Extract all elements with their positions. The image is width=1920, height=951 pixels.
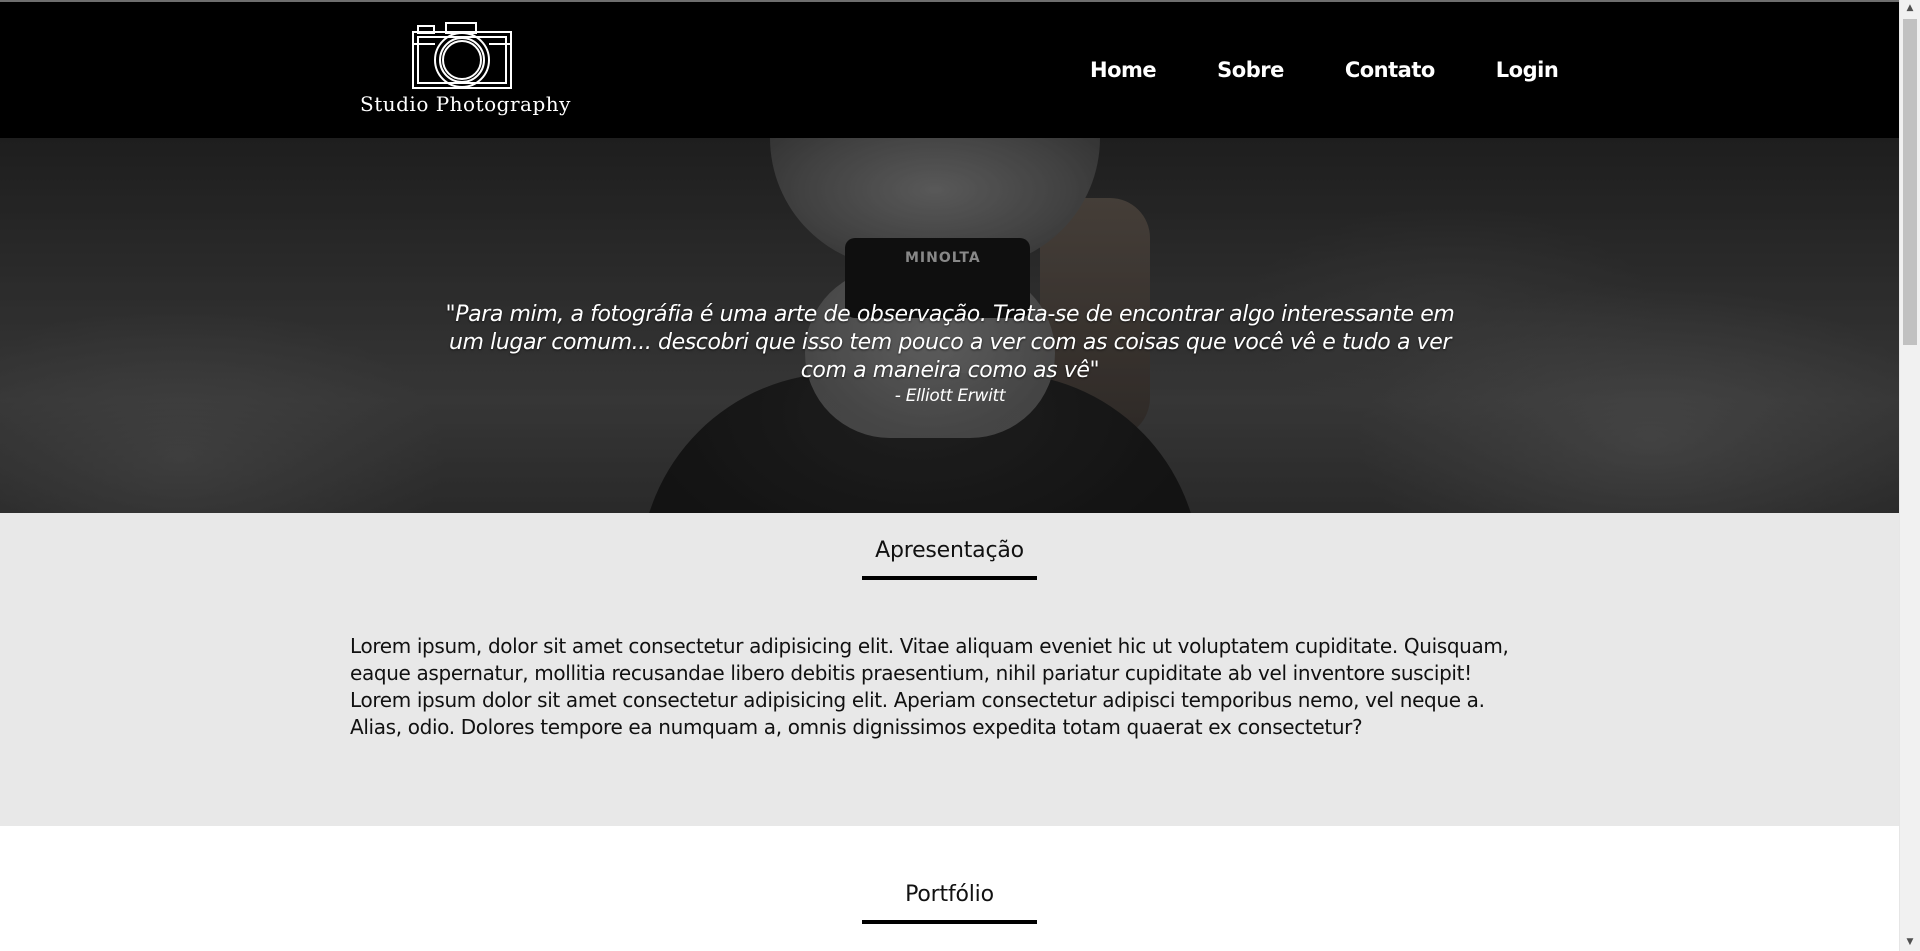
scroll-up-icon[interactable]: ▲: [1900, 0, 1920, 17]
about-text: Lorem ipsum, dolor sit amet consectetur …: [350, 634, 1509, 739]
hero-quote: "Para mim, a fotográfia é uma arte de ob…: [445, 302, 1455, 383]
page: Studio Photography Home Sobre Contato Lo…: [0, 0, 1920, 951]
main-nav: Home Sobre Contato Login: [1090, 58, 1559, 88]
logo-text: Studio Photography: [360, 92, 571, 116]
portfolio-title: Portfólio: [905, 882, 994, 907]
site-logo[interactable]: Studio Photography: [360, 20, 571, 124]
about-section: Apresentação Lorem ipsum, dolor sit amet…: [0, 513, 1899, 826]
scroll-thumb[interactable]: [1903, 19, 1917, 345]
nav-contato[interactable]: Contato: [1345, 58, 1435, 88]
nav-home[interactable]: Home: [1090, 58, 1157, 88]
site-header: Studio Photography Home Sobre Contato Lo…: [0, 2, 1899, 138]
about-title: Apresentação: [875, 538, 1024, 563]
vertical-scrollbar[interactable]: ▲ ▼: [1899, 0, 1920, 951]
hero-banner: MINOLTA "Para mim, a fotográfia é uma ar…: [0, 138, 1899, 513]
portfolio-section: Portfólio: [0, 826, 1899, 951]
page-content: Studio Photography Home Sobre Contato Lo…: [0, 0, 1899, 951]
nav-sobre[interactable]: Sobre: [1217, 58, 1284, 88]
portfolio-title-underline: [862, 920, 1037, 924]
scroll-down-icon[interactable]: ▼: [1900, 934, 1920, 951]
nav-login[interactable]: Login: [1496, 58, 1559, 88]
about-title-underline: [862, 576, 1037, 580]
hero-quote-author: - Elliott Erwitt: [894, 386, 1006, 406]
camera-icon: [412, 22, 512, 89]
